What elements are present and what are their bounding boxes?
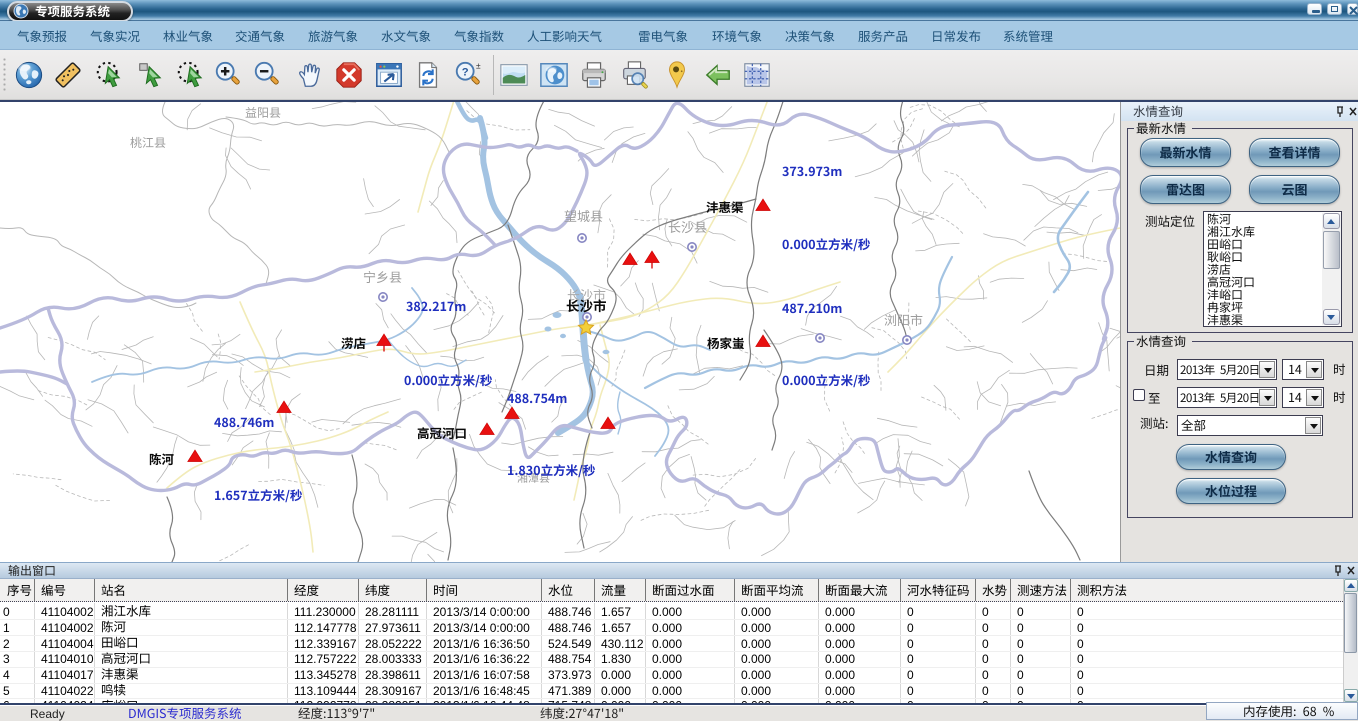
svg-text:±: ± [476, 60, 481, 70]
svg-text:?: ? [462, 66, 469, 78]
